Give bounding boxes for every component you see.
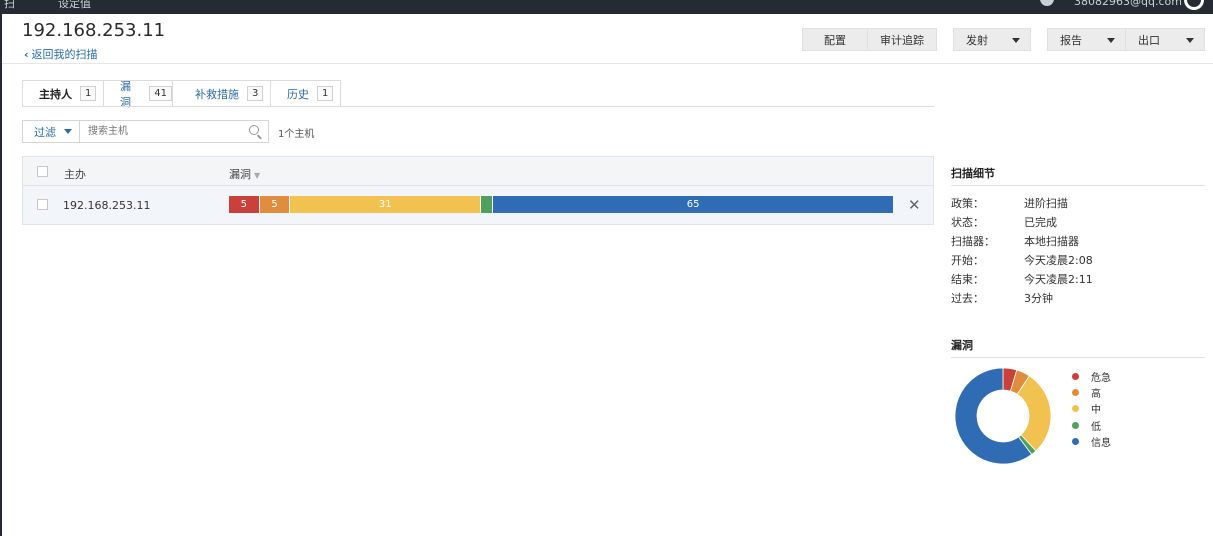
page-title: 192.168.253.11 bbox=[22, 20, 166, 41]
legend-item-critical[interactable]: 危急 bbox=[1072, 369, 1111, 384]
detail-key: 开始： bbox=[951, 254, 984, 267]
launch-button[interactable]: 发射 bbox=[953, 28, 1031, 51]
host-count: 1个主机 bbox=[278, 129, 315, 140]
search-box bbox=[79, 120, 269, 143]
search-icon[interactable] bbox=[249, 125, 259, 135]
vuln-segment-medium[interactable]: 31 bbox=[290, 196, 482, 213]
caret-down-icon bbox=[1107, 38, 1115, 43]
column-header-vulns[interactable]: 漏洞 ▼ bbox=[229, 166, 260, 182]
sort-down-icon: ▼ bbox=[254, 171, 261, 180]
tab-count-badge: 1 bbox=[80, 86, 97, 101]
table-row[interactable]: 192.168.253.11 5 5 31 65 ✕ bbox=[22, 186, 934, 225]
tab-hosts[interactable]: 主持人 1 bbox=[22, 80, 104, 107]
select-all-checkbox[interactable] bbox=[37, 166, 48, 177]
legend-item-high[interactable]: 高 bbox=[1072, 385, 1101, 400]
export-button[interactable]: 出口 bbox=[1126, 28, 1205, 51]
report-button[interactable]: 报告 bbox=[1047, 28, 1126, 51]
legend-dot bbox=[1072, 422, 1079, 429]
tab-count-badge: 3 bbox=[247, 86, 264, 101]
scan-details-title: 扫描细节 bbox=[951, 167, 995, 180]
caret-down-icon bbox=[64, 129, 72, 134]
detail-key: 结束： bbox=[951, 273, 984, 286]
detail-value: 3分钟 bbox=[1024, 292, 1053, 305]
detail-value: 今天凌晨2:11 bbox=[1024, 273, 1093, 286]
detail-value: 进阶扫描 bbox=[1024, 197, 1068, 210]
tab-history[interactable]: 历史 1 bbox=[270, 80, 341, 107]
back-link[interactable]: ‹ 返回我的扫描 bbox=[24, 46, 98, 62]
header-divider bbox=[2, 63, 1213, 64]
tab-count-badge: 1 bbox=[317, 86, 334, 101]
audit-trail-button[interactable]: 审计追踪 bbox=[868, 28, 937, 51]
remove-icon[interactable]: ✕ bbox=[908, 196, 921, 214]
tab-vulnerabilities[interactable]: 漏洞 41 bbox=[103, 80, 173, 109]
bell-icon[interactable] bbox=[1040, 0, 1054, 6]
nav-scans-link[interactable]: 扫 bbox=[4, 0, 15, 11]
nav-settings-link[interactable]: 设定值 bbox=[58, 0, 91, 11]
caret-down-icon bbox=[1186, 38, 1194, 43]
top-navbar: 扫 设定值 38082963@qq.com bbox=[0, 0, 1213, 14]
configure-button[interactable]: 配置 bbox=[802, 28, 868, 51]
row-host[interactable]: 192.168.253.11 bbox=[63, 199, 150, 212]
vuln-segment-low[interactable] bbox=[481, 196, 494, 213]
vulnerabilities-chart-title: 漏洞 bbox=[951, 339, 973, 352]
tab-remediations[interactable]: 补救措施 3 bbox=[172, 80, 271, 107]
user-email[interactable]: 38082963@qq.com bbox=[1074, 0, 1182, 8]
vuln-segment-info[interactable]: 65 bbox=[493, 196, 893, 213]
detail-value: 今天凌晨2:08 bbox=[1024, 254, 1093, 267]
detail-key: 过去： bbox=[951, 292, 984, 305]
tab-divider bbox=[22, 106, 934, 107]
caret-down-icon bbox=[1012, 38, 1020, 43]
vulnerabilities-chart-divider bbox=[951, 357, 1205, 358]
vuln-segment-high[interactable]: 5 bbox=[259, 196, 291, 213]
detail-key: 政策： bbox=[951, 197, 984, 210]
filter-button[interactable]: 过滤 bbox=[22, 120, 80, 143]
legend-item-info[interactable]: 信息 bbox=[1072, 434, 1111, 449]
scan-details-divider bbox=[951, 185, 1205, 186]
legend-dot bbox=[1072, 389, 1079, 396]
table-header: 主办 漏洞 ▼ bbox=[22, 156, 934, 186]
detail-value: 已完成 bbox=[1024, 216, 1057, 229]
vulnerability-bar[interactable]: 5 5 31 65 bbox=[229, 196, 893, 213]
legend-dot bbox=[1072, 405, 1079, 412]
user-avatar-icon[interactable] bbox=[1184, 0, 1204, 10]
legend-item-medium[interactable]: 中 bbox=[1072, 401, 1101, 416]
left-edge bbox=[0, 14, 2, 536]
chevron-left-icon: ‹ bbox=[24, 48, 29, 61]
detail-value: 本地扫描器 bbox=[1024, 235, 1079, 248]
vulnerability-donut-chart[interactable] bbox=[953, 366, 1053, 466]
row-checkbox[interactable] bbox=[37, 199, 48, 210]
column-header-host[interactable]: 主办 bbox=[64, 166, 86, 182]
detail-key: 状态： bbox=[951, 216, 984, 229]
legend-item-low[interactable]: 低 bbox=[1072, 418, 1101, 433]
detail-key: 扫描器： bbox=[951, 235, 995, 248]
back-link-label: 返回我的扫描 bbox=[31, 48, 98, 61]
tab-count-badge: 41 bbox=[149, 86, 172, 101]
search-input[interactable] bbox=[80, 122, 240, 141]
legend-dot bbox=[1072, 373, 1079, 380]
vuln-segment-critical[interactable]: 5 bbox=[229, 196, 260, 213]
legend-dot bbox=[1072, 438, 1079, 445]
